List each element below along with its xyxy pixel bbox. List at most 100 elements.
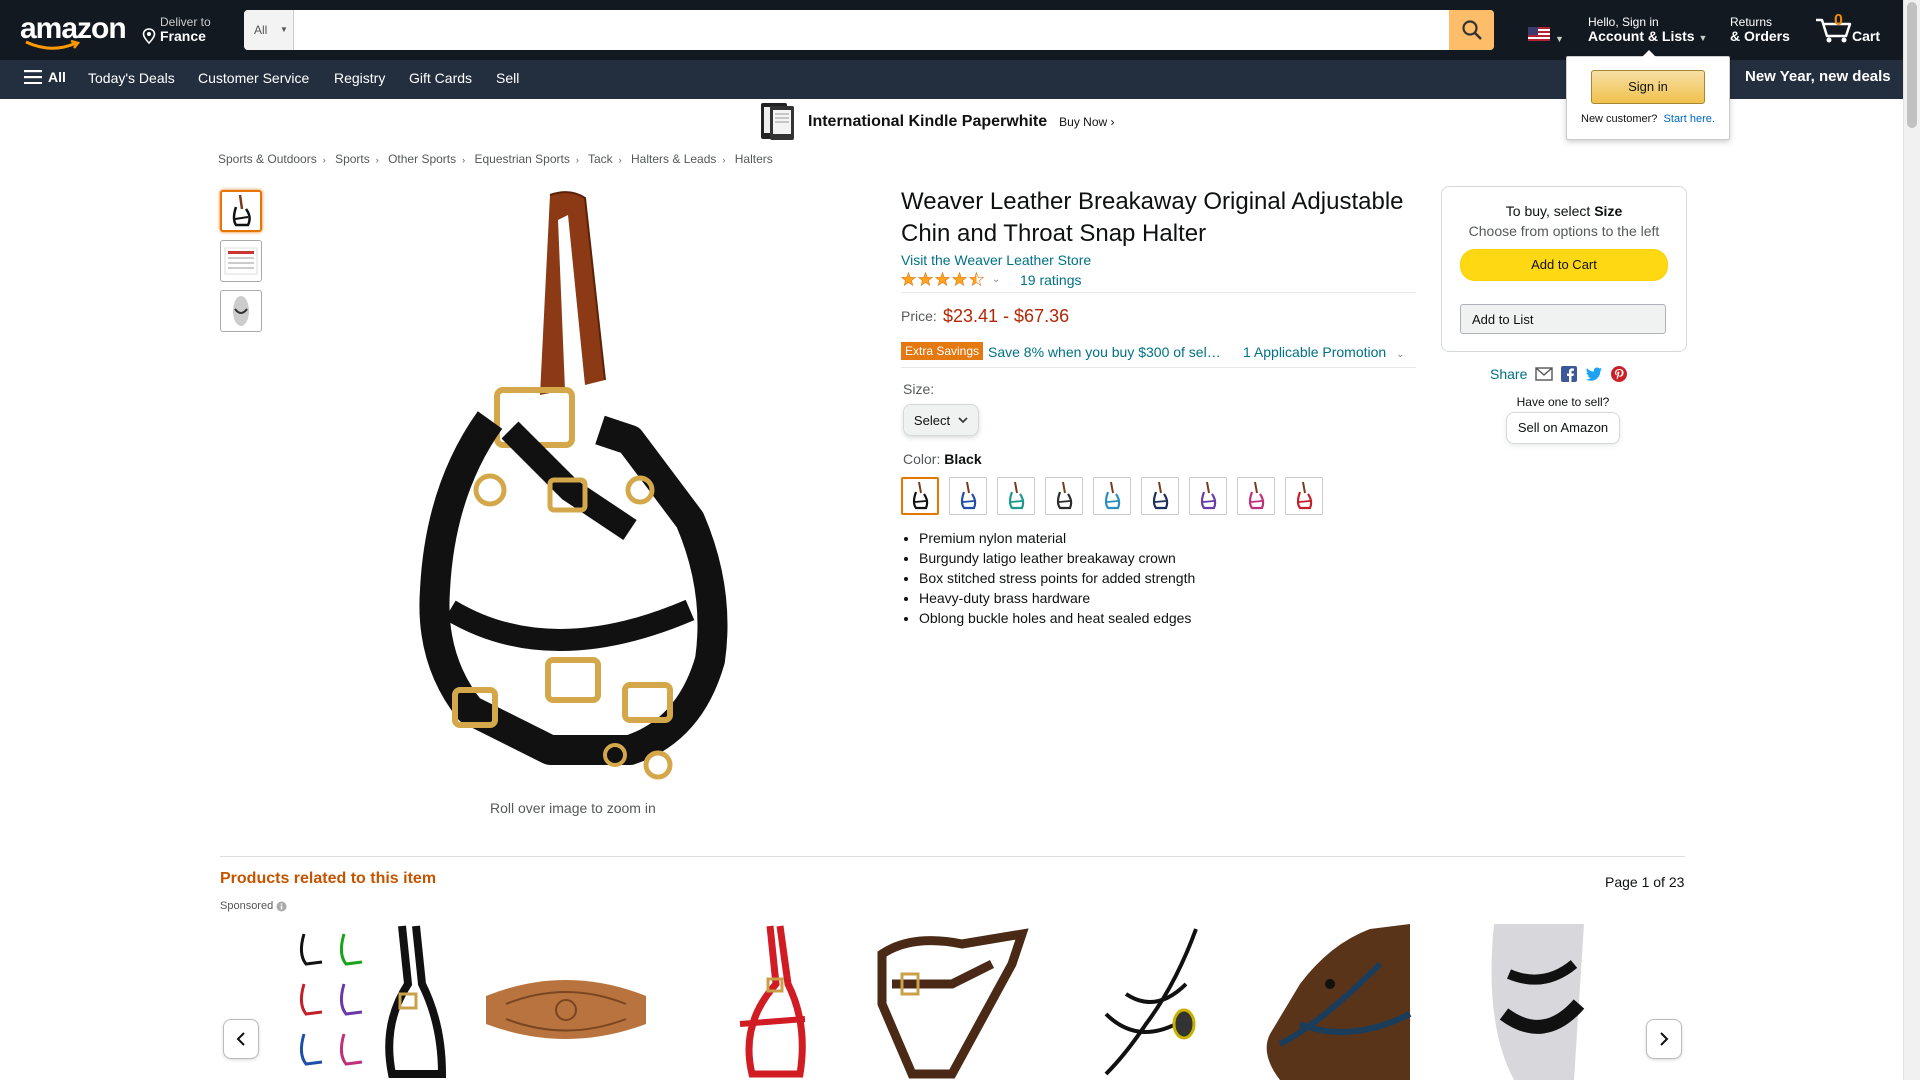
product-main-image[interactable] — [400, 190, 745, 790]
gallery-thumbnail-1[interactable] — [220, 190, 262, 232]
share-label[interactable]: Share — [1490, 366, 1527, 382]
applicable-promotion-link[interactable]: 1 Applicable Promotion ⌄ — [1243, 344, 1404, 360]
breadcrumb-item[interactable]: Halters — [735, 152, 773, 166]
chevron-left-icon — [236, 1032, 245, 1046]
facebook-icon[interactable] — [1561, 366, 1578, 382]
halter-swatch-image — [1056, 481, 1073, 510]
list-item: Burgundy latigo leather breakaway crown — [919, 548, 1195, 568]
start-here-link[interactable]: Start here. — [1664, 113, 1715, 125]
breadcrumb-separator-icon: › — [722, 155, 726, 165]
divider — [901, 292, 1416, 293]
color-swatch[interactable] — [1285, 477, 1323, 515]
banner-buy-now[interactable]: Buy Now › — [1059, 115, 1114, 129]
feature-bullets: Premium nylon material Burgundy latigo l… — [901, 528, 1195, 628]
color-swatch[interactable] — [1237, 477, 1275, 515]
page-scrollbar[interactable] — [1903, 0, 1920, 1080]
promotion-label: 1 Applicable Promotion — [1243, 344, 1387, 360]
breadcrumb-item[interactable]: Tack — [588, 152, 613, 166]
buybox-instruction: To buy, select Size — [1442, 203, 1686, 219]
related-product-4[interactable] — [872, 924, 1032, 1080]
search-button[interactable] — [1449, 10, 1494, 50]
search-category-dropdown[interactable]: All ▼ — [244, 10, 294, 50]
nav-promo-link[interactable]: New Year, new deals — [1745, 68, 1891, 85]
color-swatch[interactable] — [997, 477, 1035, 515]
related-product-1[interactable] — [292, 924, 452, 1080]
gallery-thumbnail-2[interactable] — [220, 240, 262, 282]
scrollbar-thumb[interactable] — [1907, 2, 1917, 128]
nav-gift-cards[interactable]: Gift Cards — [409, 70, 472, 86]
ratings-count-link[interactable]: 19 ratings — [1020, 272, 1081, 288]
brown-leather-halter-image — [877, 928, 1029, 1079]
hamburger-menu-icon — [24, 70, 42, 84]
twitter-icon[interactable] — [1585, 367, 1603, 382]
sponsored-label[interactable]: Sponsored — [220, 900, 287, 912]
color-swatch[interactable] — [949, 477, 987, 515]
chevron-down-icon: ▼ — [280, 25, 288, 34]
account-and-lists[interactable]: Hello, Sign in Account & Lists ▼ — [1588, 15, 1707, 45]
all-menu-button[interactable]: All — [24, 69, 66, 85]
breadcrumb-item[interactable]: Other Sports — [388, 152, 456, 166]
nav-todays-deals[interactable]: Today's Deals — [88, 70, 175, 86]
breadcrumb-item[interactable]: Sports — [335, 152, 370, 166]
zoom-hint: Roll over image to zoom in — [490, 800, 656, 816]
sign-in-button[interactable]: Sign in — [1591, 70, 1705, 104]
size-dropdown-value: Select — [913, 412, 951, 428]
chevron-right-icon — [1660, 1032, 1669, 1046]
carousel-next-button[interactable] — [1646, 1019, 1682, 1059]
sell-on-amazon-button[interactable]: Sell on Amazon — [1506, 412, 1620, 444]
price-label: Price: — [901, 308, 937, 324]
add-to-list-button[interactable]: Add to List — [1460, 304, 1666, 334]
color-swatch[interactable] — [1189, 477, 1227, 515]
nav-customer-service[interactable]: Customer Service — [198, 70, 309, 86]
location-pin-icon — [142, 28, 156, 44]
store-link[interactable]: Visit the Weaver Leather Store — [901, 252, 1091, 268]
returns-and-orders[interactable]: Returns & Orders — [1730, 15, 1790, 43]
gallery-thumbnail-3[interactable] — [220, 290, 262, 332]
grey-horse-fleece-halter-image — [1491, 924, 1585, 1080]
related-product-5[interactable] — [1066, 924, 1226, 1080]
halter-swatch-image — [1296, 481, 1313, 510]
nav-sell[interactable]: Sell — [496, 70, 519, 86]
horse-with-halter-image — [1266, 924, 1412, 1080]
deliver-to-label: Deliver to — [160, 15, 211, 29]
breadcrumb-separator-icon: › — [375, 155, 379, 165]
size-chart-thumbnail-image — [224, 247, 258, 275]
breadcrumb-item[interactable]: Equestrian Sports — [474, 152, 569, 166]
list-item: Oblong buckle holes and heat sealed edge… — [919, 608, 1195, 628]
breadcrumb-item[interactable]: Sports & Outdoors — [218, 152, 317, 166]
rope-halter-image — [1104, 928, 1198, 1076]
buy-box: To buy, select Size Choose from options … — [1441, 186, 1687, 352]
search-input[interactable] — [296, 10, 1396, 50]
breadcrumb-item[interactable]: Halters & Leads — [631, 152, 716, 166]
us-flag-icon[interactable] — [1528, 27, 1550, 41]
size-dropdown[interactable]: Select — [903, 404, 979, 436]
search-category-label: All — [254, 23, 268, 37]
add-to-cart-button[interactable]: Add to Cart — [1460, 249, 1668, 281]
related-product-6[interactable] — [1260, 924, 1420, 1080]
color-swatch[interactable] — [1045, 477, 1083, 515]
color-swatch[interactable] — [1141, 477, 1179, 515]
related-product-3[interactable] — [680, 924, 840, 1080]
color-swatch[interactable] — [901, 477, 939, 515]
email-icon[interactable] — [1535, 367, 1554, 381]
divider — [901, 367, 1416, 368]
account-label: Account & Lists — [1588, 28, 1695, 44]
size-label: Size: — [903, 381, 935, 397]
leather-noseband-image — [486, 980, 646, 1039]
related-product-7[interactable] — [1454, 924, 1614, 1080]
have-one-to-sell: Have one to sell? — [1516, 395, 1610, 409]
star-rating[interactable]: ⌄ — [901, 272, 1000, 286]
price-range: $23.41 - $67.36 — [943, 306, 1070, 326]
cart-label[interactable]: Cart — [1852, 28, 1880, 44]
search-bar: All ▼ — [244, 10, 1494, 50]
halter-swatch-image — [960, 481, 977, 510]
kindle-banner[interactable]: International Kindle Paperwhite Buy Now … — [760, 100, 1140, 144]
related-products-title: Products related to this item — [220, 870, 437, 887]
nav-registry[interactable]: Registry — [334, 70, 385, 86]
color-swatch[interactable] — [1093, 477, 1131, 515]
sign-in-popover: Sign in New customer? Start here. — [1566, 50, 1730, 140]
related-product-2[interactable] — [486, 924, 646, 1080]
savings-text-link[interactable]: Save 8% when you buy $300 of sele… — [988, 344, 1228, 360]
pinterest-icon[interactable] — [1611, 366, 1628, 382]
carousel-prev-button[interactable] — [223, 1019, 259, 1059]
